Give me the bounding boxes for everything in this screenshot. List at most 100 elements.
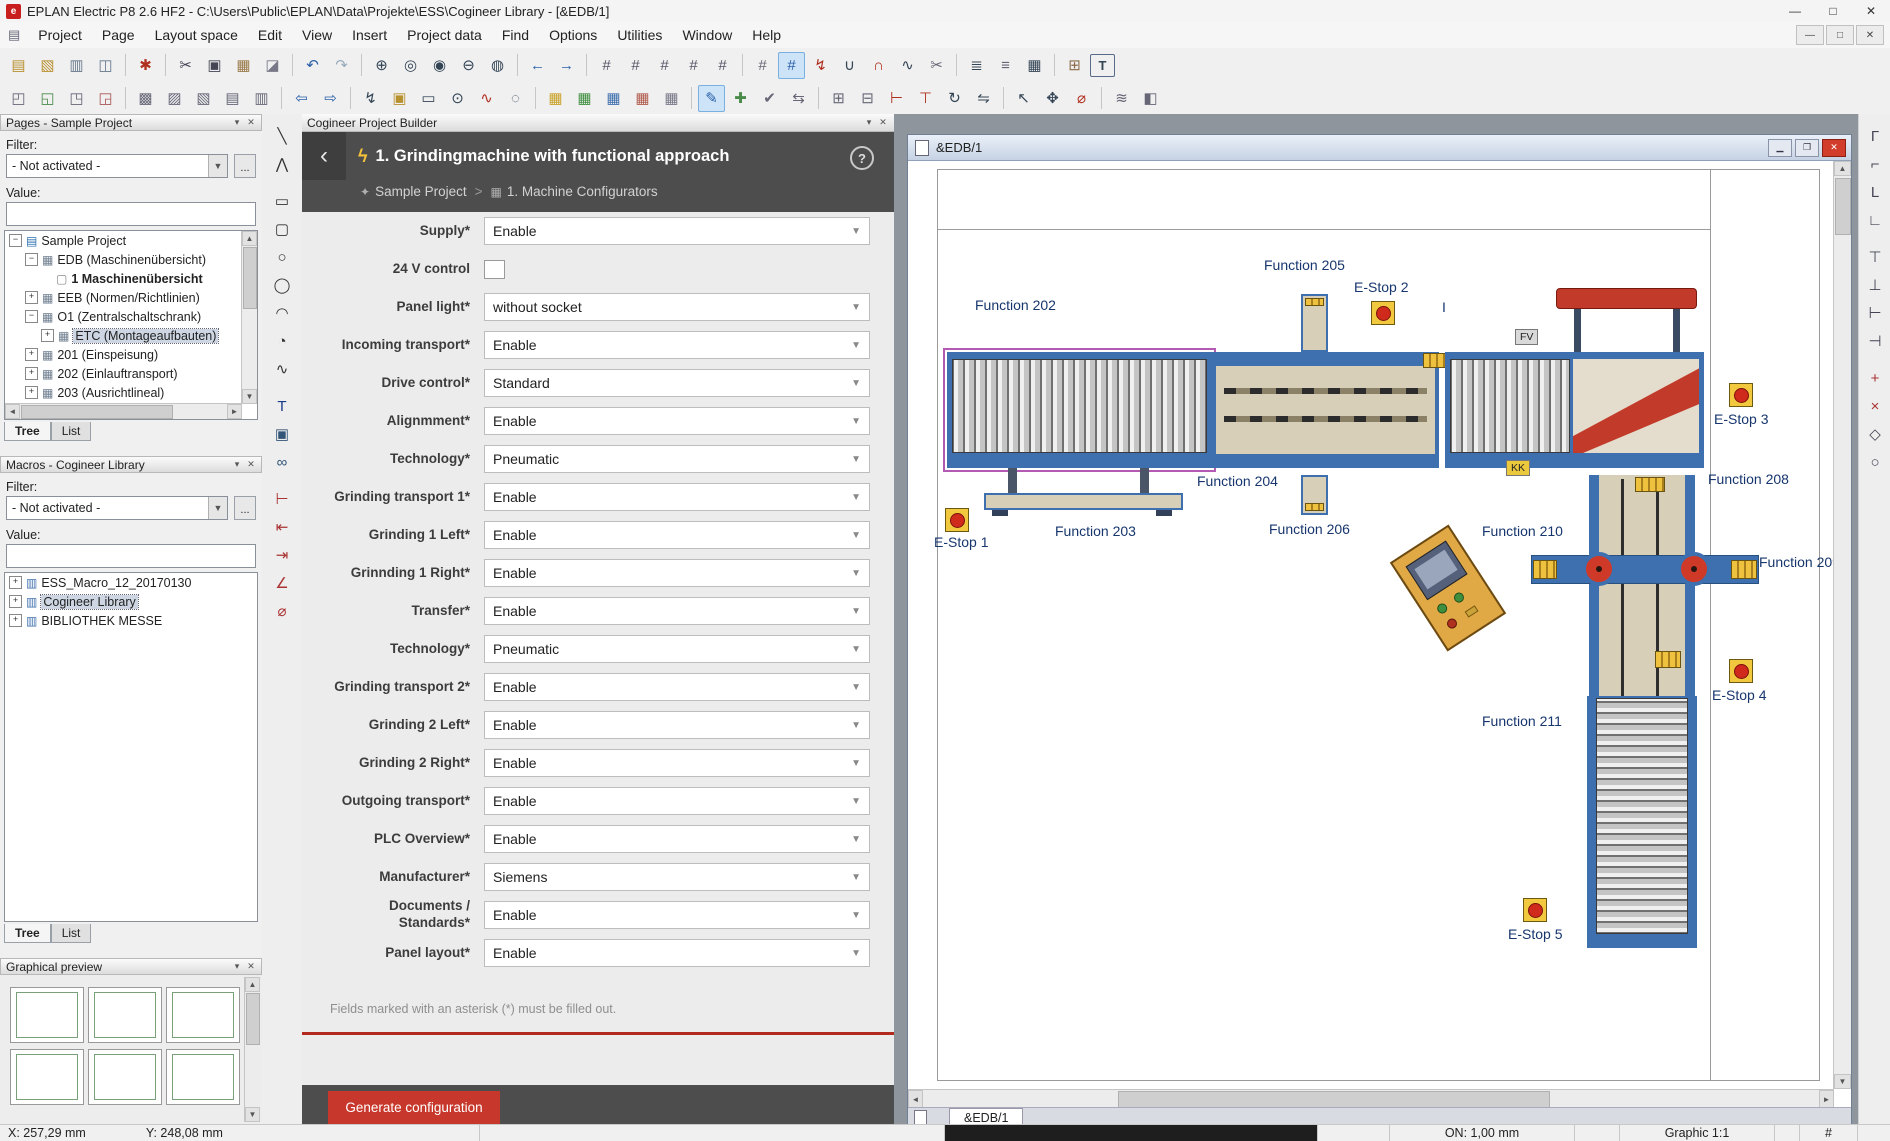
macros-tree[interactable]: +▥ESS_Macro_12_20170130+▥Cogineer Librar…: [4, 572, 258, 922]
actuator-function-206[interactable]: [1301, 475, 1328, 515]
icon-grid-4[interactable]: #: [680, 52, 707, 79]
icon-draw-spline[interactable]: ∿: [269, 356, 296, 382]
pages-filter-select[interactable]: - Not activated - ▼: [6, 154, 228, 178]
rotary-wheel[interactable]: [1677, 552, 1711, 586]
field-select[interactable]: Enable▼: [484, 673, 870, 701]
field-select[interactable]: Enable▼: [484, 749, 870, 777]
child-system-icon[interactable]: ▤: [8, 27, 20, 43]
tab-list[interactable]: List: [51, 422, 92, 441]
pages-filter-browse-button[interactable]: ...: [234, 154, 256, 178]
icon-device-list-green[interactable]: ▦: [571, 85, 598, 112]
field-select[interactable]: Pneumatic▼: [484, 445, 870, 473]
conveyor-function-208[interactable]: [1445, 352, 1704, 468]
field-select[interactable]: Enable▼: [484, 407, 870, 435]
help-icon[interactable]: ?: [850, 146, 874, 170]
icon-dimension-radius[interactable]: ⌀: [269, 598, 296, 624]
expand-icon[interactable]: +: [9, 614, 22, 627]
icon-dimension-baseline[interactable]: ⇥: [269, 542, 296, 568]
icon-corner-down-left[interactable]: ⌐: [1862, 151, 1889, 177]
icon-dimension-continued[interactable]: ⇤: [269, 514, 296, 540]
field-select[interactable]: Siemens▼: [484, 863, 870, 891]
menu-options[interactable]: Options: [539, 24, 607, 46]
expand-icon[interactable]: +: [9, 576, 22, 589]
menu-find[interactable]: Find: [492, 24, 539, 46]
icon-paste[interactable]: ▦: [230, 52, 257, 79]
pages-panel-header[interactable]: Pages - Sample Project ▾ ✕: [0, 114, 262, 131]
tree-item[interactable]: −▦EDB (Maschinenübersicht): [5, 250, 257, 269]
icon-draw-polyline[interactable]: ⋀: [269, 151, 296, 177]
icon-print[interactable]: ◫: [92, 52, 119, 79]
icon-layers[interactable]: ≋: [1108, 85, 1135, 112]
icon-zoom-all[interactable]: ◍: [484, 52, 511, 79]
panel-close-icon[interactable]: ✕: [876, 117, 890, 128]
icon-insert-symbol[interactable]: ↯: [357, 85, 384, 112]
expand-icon[interactable]: +: [41, 329, 54, 342]
rotary-wheel[interactable]: [1582, 552, 1616, 586]
icon-insert-shield[interactable]: ◌: [502, 85, 529, 112]
conveyor-function-204[interactable]: [1212, 352, 1439, 468]
icon-table[interactable]: ▦: [1021, 52, 1048, 79]
chevron-down-icon[interactable]: ▼: [208, 497, 227, 519]
icon-jump-point[interactable]: ◇: [1862, 421, 1889, 447]
tree-item[interactable]: ▢1 Maschinenübersicht: [5, 269, 257, 288]
drawing-window-titlebar[interactable]: &EDB/1 ▁ ❐ ✕: [908, 135, 1851, 161]
field-select[interactable]: Enable▼: [484, 559, 870, 587]
icon-corner-up-right[interactable]: L: [1862, 179, 1889, 205]
macros-panel-header[interactable]: Macros - Cogineer Library ▾ ✕: [0, 456, 262, 473]
icon-t-node-up[interactable]: ⊥: [1862, 272, 1889, 298]
tree-item[interactable]: +▦201 (Einspeisung): [5, 345, 257, 364]
icon-list[interactable]: ≡: [992, 52, 1019, 79]
icon-t-node-down[interactable]: ⊤: [1862, 244, 1889, 270]
minimize-button[interactable]: —: [1776, 1, 1814, 22]
emergency-stop-button[interactable]: [1729, 659, 1753, 683]
collapse-icon[interactable]: −: [25, 310, 38, 323]
icon-reports[interactable]: ≣: [963, 52, 990, 79]
panel-menu-icon[interactable]: ▾: [862, 117, 876, 128]
icon-dimension-angle[interactable]: ∠: [269, 570, 296, 596]
icon-magnet-n[interactable]: ∩: [865, 52, 892, 79]
icon-draw-sector[interactable]: ◔: [269, 328, 296, 354]
icon-insert-image[interactable]: ▣: [269, 421, 296, 447]
icon-device-list-gray[interactable]: ▦: [658, 85, 685, 112]
icon-grid-snap-on[interactable]: #: [778, 52, 805, 79]
icon-trim[interactable]: ✂: [923, 52, 950, 79]
generate-configuration-button[interactable]: Generate configuration: [328, 1091, 500, 1124]
menu-insert[interactable]: Insert: [342, 24, 397, 46]
icon-rotate[interactable]: ↻: [941, 85, 968, 112]
actuator-function-205[interactable]: [1301, 294, 1328, 352]
close-button[interactable]: ✕: [1852, 1, 1890, 22]
field-select[interactable]: Enable▼: [484, 217, 870, 245]
icon-draw-text[interactable]: T: [269, 393, 296, 419]
drawing-canvas[interactable]: Function 202Function 205Function 204Func…: [908, 161, 1833, 1089]
icon-open[interactable]: ▧: [34, 52, 61, 79]
icon-device-list-red[interactable]: ▦: [629, 85, 656, 112]
icon-text[interactable]: T: [1090, 54, 1115, 77]
field-select[interactable]: Enable▼: [484, 787, 870, 815]
icon-mirror[interactable]: ⇋: [970, 85, 997, 112]
icon-import[interactable]: ▥: [63, 52, 90, 79]
conveyor-function-211[interactable]: [1587, 696, 1697, 948]
icon-draw-line[interactable]: ╲: [269, 123, 296, 149]
icon-edit-mode[interactable]: ✎: [698, 85, 725, 112]
macros-filter-browse-button[interactable]: ...: [234, 496, 256, 520]
tree-item[interactable]: +▦ETC (Montageaufbauten): [5, 326, 257, 345]
field-select[interactable]: Enable▼: [484, 901, 870, 929]
icon-page-back[interactable]: ←: [524, 52, 551, 79]
field-select[interactable]: Enable▼: [484, 597, 870, 625]
icon-connection-point[interactable]: ○: [1862, 449, 1889, 475]
preview-thumbnail[interactable]: [166, 1049, 240, 1105]
field-select[interactable]: Enable▼: [484, 711, 870, 739]
child-minimize-button[interactable]: ▁: [1768, 139, 1792, 157]
alignment-table-function-203[interactable]: [984, 493, 1183, 510]
mdi-close-button[interactable]: ✕: [1856, 25, 1884, 45]
child-close-button[interactable]: ✕: [1822, 139, 1846, 157]
icon-draw-circle[interactable]: ○: [269, 244, 296, 270]
icon-draw-arc[interactable]: ◠: [269, 300, 296, 326]
pages-tree-hscrollbar[interactable]: ◄ ►: [5, 403, 242, 419]
icon-insert-terminal[interactable]: ⊙: [444, 85, 471, 112]
menu-view[interactable]: View: [292, 24, 342, 46]
icon-grid-5[interactable]: #: [709, 52, 736, 79]
menu-layout-space[interactable]: Layout space: [145, 24, 248, 46]
chevron-down-icon[interactable]: ▼: [208, 155, 227, 177]
icon-page-forward[interactable]: →: [553, 52, 580, 79]
